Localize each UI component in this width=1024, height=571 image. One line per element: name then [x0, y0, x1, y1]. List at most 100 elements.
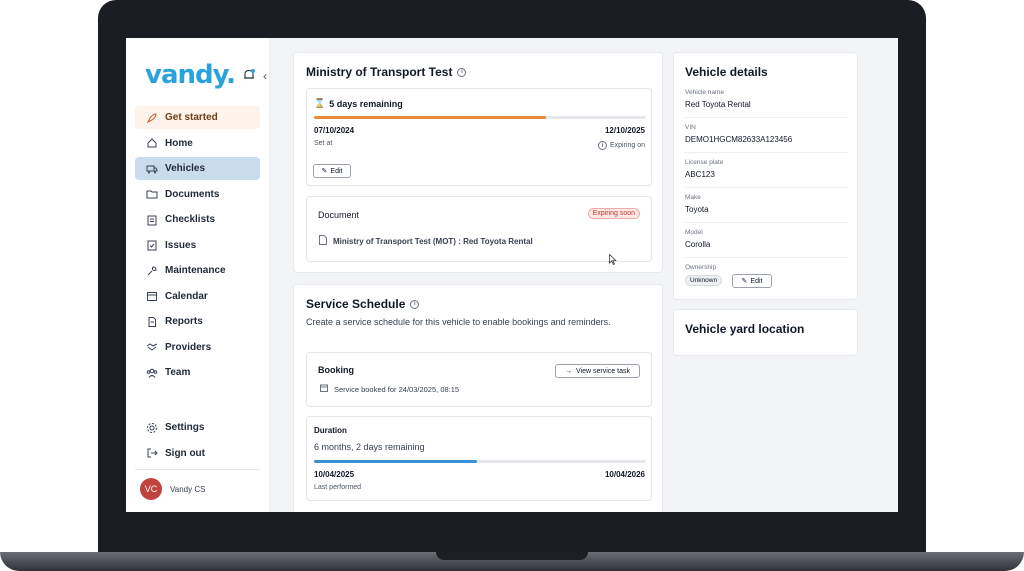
remaining-row: ⌛ 5 days remaining [314, 98, 403, 109]
sidebar-item-label: Vehicles [165, 163, 206, 174]
sidebar-item-label: Providers [165, 341, 212, 353]
mot-card: Ministry of Transport Test i ⌛ 5 days re… [293, 52, 663, 273]
file-icon [319, 235, 327, 247]
field-label: License plate [685, 159, 724, 166]
vandy-logo[interactable]: vandy. [145, 60, 236, 90]
field-divider [684, 187, 848, 188]
field-divider [684, 152, 848, 153]
laptop-notch [436, 552, 588, 560]
yard-location-title: Vehicle yard location [685, 322, 805, 336]
sidebar-item-get-started[interactable]: Get started [135, 106, 260, 129]
service-progress-track [314, 460, 646, 463]
handshake-icon [145, 340, 159, 354]
sidebar-item-providers[interactable]: Providers [135, 336, 260, 359]
sidebar-item-settings[interactable]: Settings [135, 416, 260, 439]
last-performed-label: Last performed [314, 484, 362, 491]
sidebar-item-reports[interactable]: Reports [135, 310, 260, 333]
sidebar-item-label: Team [165, 367, 191, 378]
mot-title-row: Ministry of Transport Test i [306, 65, 467, 79]
mot-edit-button[interactable]: ✎ Edit [313, 164, 351, 178]
booking-text: Service booked for 24/03/2025, 08:15 [334, 384, 460, 394]
mot-end-label-row: i Expiring on [597, 141, 645, 150]
document-name: Ministry of Transport Test (MOT) : Red T… [333, 236, 533, 246]
avatar: VC [140, 478, 162, 500]
sidebar-item-checklists[interactable]: Checklists [135, 208, 260, 231]
field-vehicle-name: Vehicle name Red Toyota Rental [685, 89, 751, 109]
sidebar: vandy. ‹ Get started Home Vehicles Docum… [126, 38, 270, 512]
field-license-plate: License plate ABC123 [685, 159, 723, 179]
document-link-row[interactable]: Ministry of Transport Test (MOT) : Red T… [319, 235, 533, 247]
ownership-label: Ownership [685, 264, 717, 271]
edit-label: Edit [750, 277, 763, 285]
field-label: Model [685, 229, 703, 236]
field-value: Corolla [685, 240, 711, 249]
status-badge: Expiring soon [587, 208, 640, 219]
sidebar-item-vehicles[interactable]: Vehicles [135, 157, 260, 180]
vehicle-details-card: Vehicle details Vehicle name Red Toyota … [673, 52, 858, 300]
sidebar-nav: Get started Home Vehicles Documents Chec… [135, 106, 260, 387]
view-service-task-button[interactable]: → View service task [555, 364, 640, 378]
field-label: Make [685, 194, 701, 201]
sidebar-item-team[interactable]: Team [135, 361, 260, 384]
hourglass-icon: ⌛ [314, 98, 326, 108]
duration-text: 6 months, 2 days remaining [314, 442, 425, 452]
mot-start-label: Set at [314, 140, 333, 147]
user-name: Vandy CS [170, 484, 206, 494]
mot-start-date: 07/10/2024 [314, 126, 355, 135]
field-label: Vehicle name [685, 89, 725, 96]
field-label: VIN [685, 124, 696, 131]
duration-title: Duration [314, 426, 347, 435]
calendar-icon [320, 384, 328, 394]
pencil-icon: ✎ [741, 278, 748, 285]
info-icon[interactable]: i [457, 67, 467, 77]
sidebar-item-maintenance[interactable]: Maintenance [135, 259, 260, 282]
sidebar-item-issues[interactable]: Issues [135, 234, 260, 257]
field-model: Model Corolla [685, 229, 710, 249]
booking-title: Booking [318, 365, 354, 375]
sidebar-item-label: Documents [165, 188, 220, 200]
service-schedule-card: Service Schedule i Create a service sche… [293, 284, 663, 512]
mot-status-card: ⌛ 5 days remaining 07/10/2024 12/10/2025… [306, 88, 652, 186]
service-end-date: 10/04/2026 [604, 470, 645, 479]
info-icon[interactable]: i [410, 299, 420, 309]
team-icon [145, 366, 159, 380]
vehicle-details-title: Vehicle details [685, 65, 768, 79]
sidebar-item-documents[interactable]: Documents [135, 183, 260, 206]
mot-end-date: 12/10/2025 [604, 126, 645, 135]
sidebar-item-label: Reports [165, 316, 203, 327]
sidebar-item-label: Get started [165, 112, 218, 123]
clipboard-check-icon [145, 238, 159, 252]
service-title-row: Service Schedule i [306, 297, 420, 311]
document-title: Document [318, 210, 360, 220]
calendar-icon [145, 289, 159, 303]
app-screen: vandy. ‹ Get started Home Vehicles Docum… [126, 38, 898, 512]
sidebar-item-label: Sign out [165, 447, 205, 459]
field-value: Toyota [685, 205, 709, 214]
booking-info-row: Service booked for 24/03/2025, 08:15 [320, 384, 459, 394]
field-value: DEMO1HGCM82633A123456 [685, 135, 793, 144]
collapse-sidebar-icon[interactable]: ‹ [263, 69, 267, 83]
mot-title: Ministry of Transport Test [306, 65, 453, 79]
ownership-edit-button[interactable]: ✎ Edit [732, 274, 772, 288]
bell-icon[interactable] [242, 68, 256, 82]
sidebar-item-label: Checklists [165, 214, 216, 225]
field-value: Red Toyota Rental [685, 100, 751, 109]
sidebar-bottom-nav: Settings Sign out [135, 416, 260, 467]
sidebar-item-label: Issues [165, 239, 197, 251]
sidebar-item-home[interactable]: Home [135, 132, 260, 155]
mot-progress-track [314, 116, 646, 119]
document-card: Document Expiring soon Ministry of Trans… [306, 196, 652, 262]
sidebar-item-sign-out[interactable]: Sign out [135, 442, 260, 465]
sidebar-item-label: Settings [165, 422, 205, 433]
booking-card: Booking → View service task Service book… [306, 352, 652, 407]
sidebar-item-label: Maintenance [165, 265, 226, 276]
user-profile[interactable]: VC Vandy CS [140, 478, 205, 500]
field-divider [684, 117, 848, 118]
gear-icon [145, 421, 159, 435]
sidebar-divider [135, 469, 260, 470]
sidebar-item-calendar[interactable]: Calendar [135, 285, 260, 308]
field-value: ABC123 [685, 170, 715, 179]
sidebar-item-label: Home [165, 137, 193, 149]
rocket-icon [145, 111, 159, 125]
wrench-icon [145, 264, 159, 278]
